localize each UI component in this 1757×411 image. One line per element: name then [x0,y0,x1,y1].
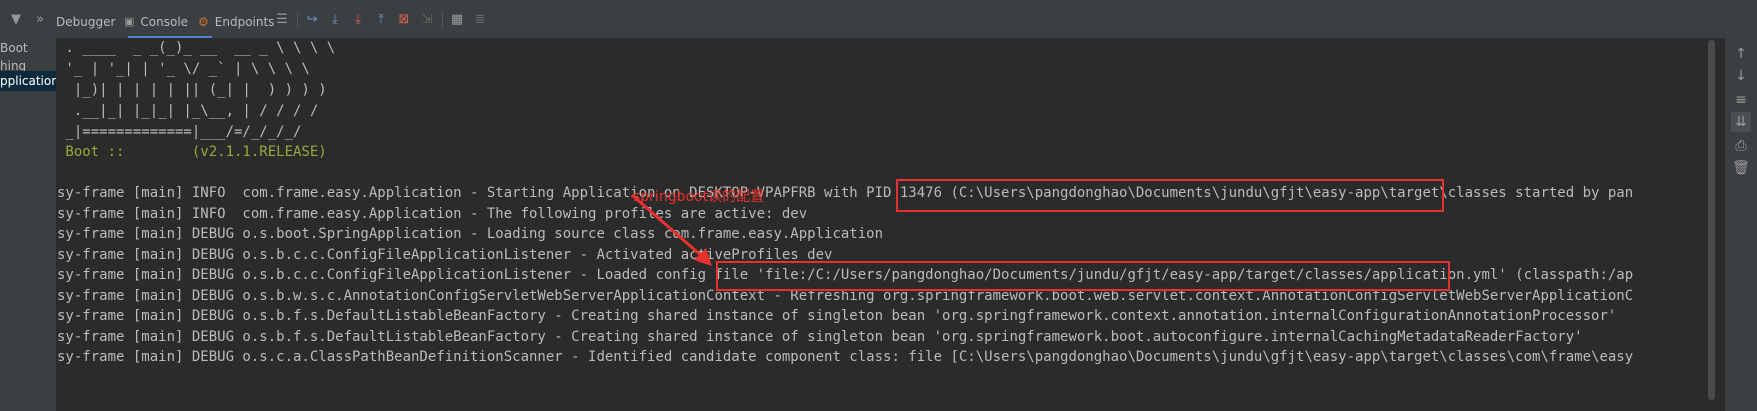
annotation-arrow [631,193,712,266]
